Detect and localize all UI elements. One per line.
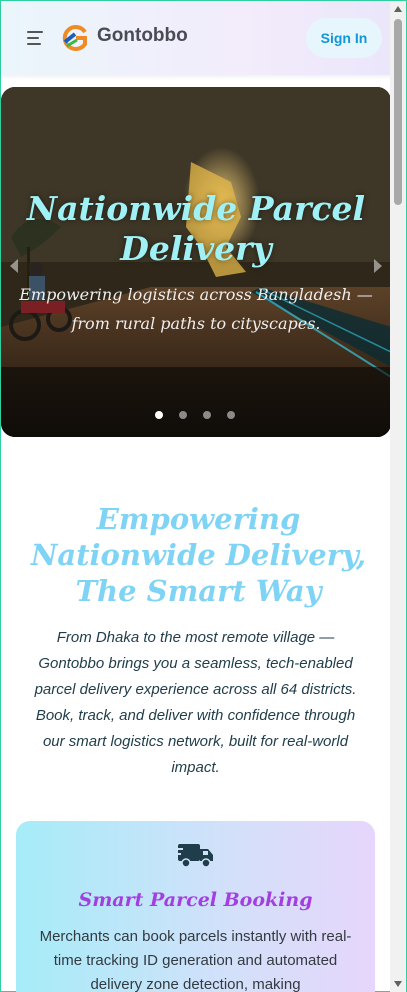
truck-icon <box>178 844 213 868</box>
intro-text: From Dhaka to the most remote village — … <box>34 629 357 776</box>
scroll-thumb[interactable] <box>394 19 402 205</box>
carousel-dot-2[interactable] <box>179 411 187 419</box>
sign-in-button[interactable]: Sign In <box>306 18 382 58</box>
carousel-dot-1[interactable] <box>155 411 163 419</box>
hamburger-menu-icon[interactable] <box>27 31 43 45</box>
gontobbo-logo-icon[interactable] <box>61 24 89 52</box>
hero-title: Nationwide Parcel Delivery <box>26 189 366 268</box>
hero-carousel: Nationwide Parcel Delivery Empowering lo… <box>1 87 391 437</box>
intro-title: Empowering Nationwide Delivery, The Smar… <box>30 502 367 608</box>
carousel-dot-3[interactable] <box>203 411 211 419</box>
feature-card-smart-booking: Smart Parcel Booking Merchants can book … <box>16 821 375 992</box>
feature-card-title: Smart Parcel Booking <box>78 889 313 911</box>
hero-subtitle: Empowering logistics across Bangladesh —… <box>19 285 373 333</box>
feature-card-text: Merchants can book parcels instantly wit… <box>39 928 352 992</box>
scroll-down-arrow-icon[interactable] <box>394 981 402 987</box>
page-scrollbar[interactable] <box>390 1 406 992</box>
top-navbar: Gontobbo Sign In <box>1 1 391 75</box>
brand-name[interactable]: Gontobbo <box>97 25 188 47</box>
carousel-dot-4[interactable] <box>227 411 235 419</box>
scroll-up-arrow-icon[interactable] <box>394 6 402 12</box>
carousel-dots <box>155 411 235 419</box>
